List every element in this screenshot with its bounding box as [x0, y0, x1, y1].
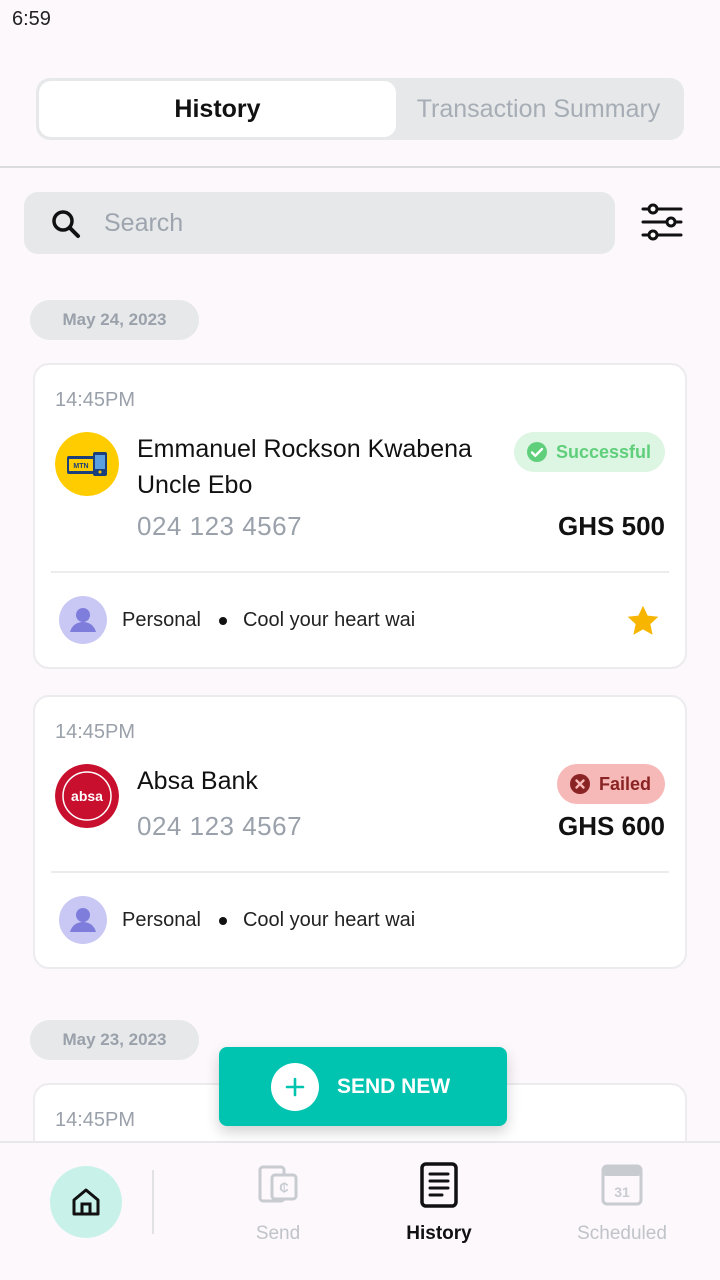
nav-history-label: History: [406, 1223, 472, 1244]
svg-text:₵: ₵: [279, 1180, 289, 1195]
svg-text:MTN: MTN: [73, 463, 88, 470]
star-icon[interactable]: [625, 603, 661, 639]
send-new-label: SEND NEW: [337, 1074, 451, 1098]
nav-scheduled-label: Scheduled: [577, 1223, 667, 1244]
recipient-name: Emmanuel Rockson Kwabena Uncle Ebo: [137, 435, 472, 499]
date-group-label: May 23, 2023: [30, 1020, 199, 1060]
category-label: Personal: [122, 609, 201, 631]
mtn-momo-logo-icon: MTN: [55, 432, 119, 496]
svg-text:31: 31: [614, 1184, 630, 1200]
nav-history[interactable]: History: [359, 1161, 519, 1245]
transaction-meta: Personal Cool your heart wai: [122, 609, 415, 632]
transaction-time: 14:45PM: [55, 389, 136, 411]
recipient-phone: 024 123 4567: [137, 811, 303, 841]
recipient-name: Absa Bank: [137, 767, 258, 795]
card-divider: [51, 571, 669, 573]
send-new-button[interactable]: SEND NEW: [219, 1047, 507, 1126]
nav-scheduled[interactable]: 31 Scheduled: [542, 1161, 702, 1245]
recipient-phone: 024 123 4567: [137, 511, 303, 541]
transaction-card[interactable]: 14:45PM MTN Emmanuel Rockson Kwabena Unc…: [33, 363, 687, 669]
transaction-amount: GHS 600: [558, 811, 665, 841]
nav-send-label: Send: [255, 1223, 301, 1244]
tab-history[interactable]: History: [39, 81, 396, 137]
date-group-label: May 24, 2023: [30, 300, 199, 340]
plus-icon: [271, 1062, 319, 1111]
nav-send[interactable]: ₵ Send: [198, 1161, 358, 1245]
category-label: Personal: [122, 909, 201, 931]
note-label: Cool your heart wai: [242, 609, 416, 631]
note-label: Cool your heart wai: [242, 909, 416, 931]
separator-dot: [218, 916, 227, 925]
transaction-card[interactable]: 14:45PM absa Absa Bank Failed 024 123 45…: [33, 695, 687, 969]
tab-switcher: History Transaction Summary: [36, 78, 684, 140]
transaction-amount: GHS 500: [558, 511, 665, 541]
tab-transaction-summary[interactable]: Transaction Summary: [396, 81, 681, 137]
transaction-time: 14:45PM: [55, 721, 136, 743]
check-circle-icon: [526, 442, 547, 462]
nav-divider: [152, 1170, 154, 1234]
search-input[interactable]: [104, 192, 594, 254]
send-money-icon: ₵: [258, 1165, 298, 1203]
bottom-navigation: ₵ Send History 31 Scheduled: [0, 1141, 720, 1280]
separator-dot: [218, 616, 227, 625]
transaction-meta: Personal Cool your heart wai: [122, 909, 415, 932]
card-divider: [51, 871, 669, 873]
status-badge: Failed: [556, 764, 665, 804]
x-circle-icon: [569, 774, 590, 794]
calendar-icon: 31: [601, 1164, 643, 1206]
status-label: Failed: [598, 773, 651, 794]
receipt-history-icon: [420, 1162, 458, 1208]
home-icon: [72, 1188, 100, 1216]
nav-home[interactable]: [50, 1166, 122, 1238]
status-label: Successful: [555, 441, 651, 462]
transaction-time: 14:45PM: [55, 1109, 136, 1131]
search-icon: [52, 210, 80, 238]
avatar: [59, 596, 107, 644]
filter-sliders-icon[interactable]: [640, 202, 684, 242]
status-badge: Successful: [513, 432, 665, 472]
header-divider: [0, 166, 720, 168]
search-bar: [24, 192, 615, 254]
status-bar-time: 6:59: [12, 8, 51, 30]
avatar: [59, 896, 107, 944]
svg-text:absa: absa: [71, 788, 103, 804]
absa-logo-icon: absa: [55, 764, 119, 828]
